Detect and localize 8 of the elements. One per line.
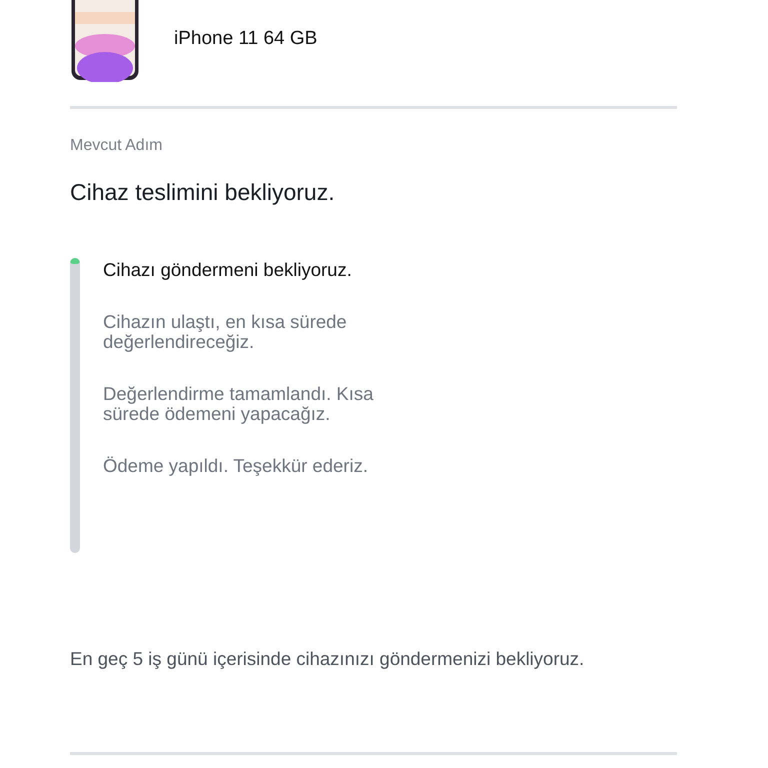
- step-text: Değerlendirme tamamlandı. Kısa sürede ödemeni yapacağız.: [103, 384, 374, 424]
- step-text: Cihazın ulaştı, en kısa sürede değerlendireceğiz.: [103, 312, 348, 352]
- step-text: Ödeme yapıldı. Teşekkür ederiz.: [103, 456, 369, 476]
- section-label: Mevcut Adım: [70, 137, 164, 155]
- status-title: Cihaz teslimini bekliyoruz.: [70, 179, 336, 206]
- step-text: Cihazı göndermeni bekliyoruz.: [103, 260, 353, 280]
- note-text: En geç 5 iş günü içerisinde cihazınızı göndermenizi bekliyoruz.: [70, 648, 586, 670]
- product-name: iPhone 11 64 GB: [174, 28, 318, 50]
